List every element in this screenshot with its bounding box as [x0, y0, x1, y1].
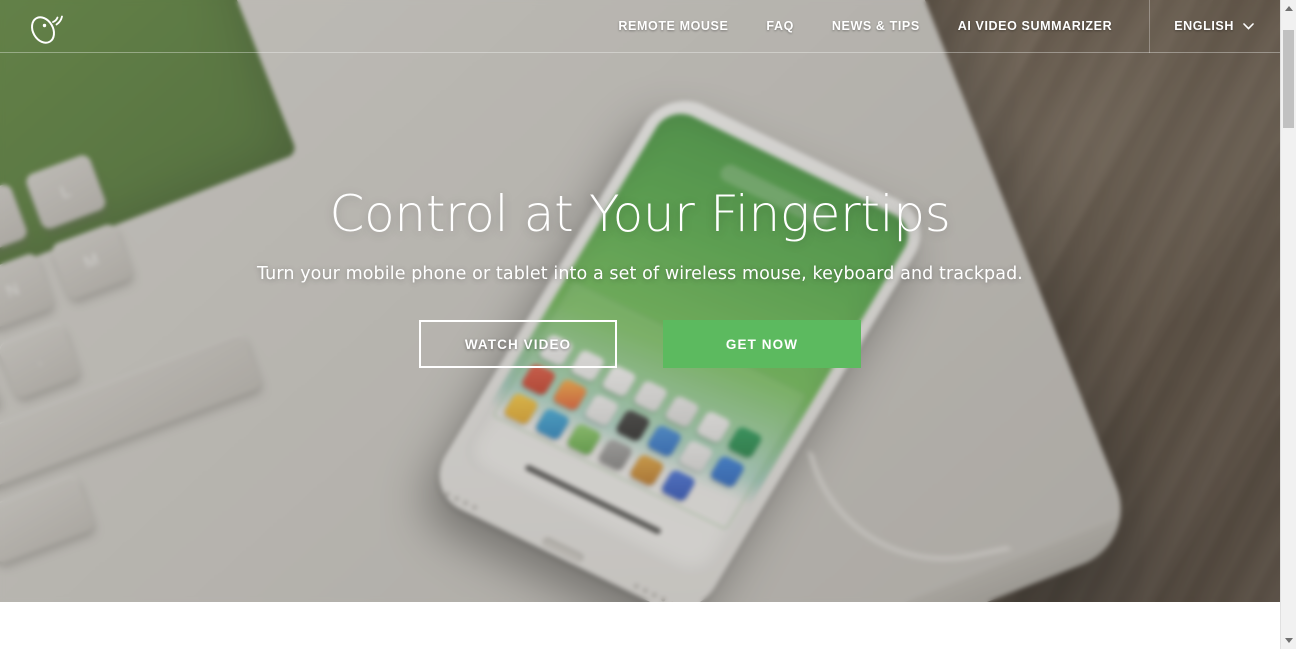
vertical-scrollbar[interactable] — [1280, 0, 1296, 649]
scroll-down-triangle — [1284, 638, 1293, 643]
hero-section: 3 4 5 T Y U J K L 2 E R F — [0, 0, 1280, 602]
wireless-mouse-logo-icon — [31, 15, 63, 44]
main-navigation: REMOTE MOUSE FAQ NEWS & TIPS AI VIDEO SU… — [599, 0, 1280, 53]
phone-app-icon — [677, 439, 715, 474]
scroll-up-triangle — [1284, 6, 1293, 11]
phone-app-icon — [614, 408, 652, 443]
scrollbar-thumb[interactable] — [1283, 30, 1294, 128]
watch-video-button[interactable]: WATCH VIDEO — [419, 320, 617, 368]
hero-cta-row: WATCH VIDEO GET NOW — [0, 320, 1280, 368]
chevron-down-icon — [1243, 22, 1254, 30]
header-divider — [1149, 0, 1151, 53]
keyboard-key — [0, 473, 96, 565]
nav-item-ai-video-summarizer[interactable]: AI VIDEO SUMMARIZER — [939, 0, 1131, 53]
site-header: REMOTE MOUSE FAQ NEWS & TIPS AI VIDEO SU… — [0, 0, 1280, 53]
language-selector-label: ENGLISH — [1174, 19, 1234, 33]
below-fold-section — [0, 602, 1280, 649]
logo-link[interactable] — [0, 6, 70, 46]
page-title: Control at Your Fingertips — [329, 185, 951, 243]
language-selector[interactable]: ENGLISH — [1152, 0, 1280, 53]
get-now-button[interactable]: GET NOW — [663, 320, 861, 368]
scroll-down-arrow-icon[interactable] — [1281, 632, 1296, 649]
hero-subtitle: Turn your mobile phone or tablet into a … — [257, 264, 1023, 284]
phone-app-icon — [551, 377, 589, 412]
browser-viewport: 3 4 5 T Y U J K L 2 E R F — [0, 0, 1296, 649]
nav-item-news-and-tips[interactable]: NEWS & TIPS — [813, 0, 939, 53]
nav-item-remote-mouse[interactable]: REMOTE MOUSE — [599, 0, 747, 53]
nav-item-faq[interactable]: FAQ — [747, 0, 813, 53]
hero-copy: Control at Your Fingertips Turn your mob… — [0, 0, 1280, 368]
page-scroll-area: 3 4 5 T Y U J K L 2 E R F — [0, 0, 1280, 649]
phone-app-icon — [583, 393, 620, 428]
scroll-up-arrow-icon[interactable] — [1281, 0, 1296, 17]
phone-app-icon — [646, 423, 683, 458]
phone-app-icon — [708, 454, 746, 489]
